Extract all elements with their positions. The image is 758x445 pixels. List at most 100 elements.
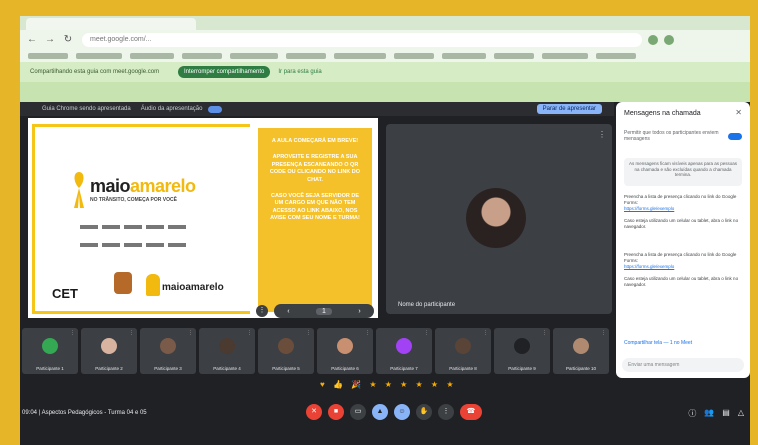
stop-sharing-button[interactable]: Interromper compartilhamento xyxy=(178,66,271,78)
chat-message: Caso esteja utilizando um celular ou tab… xyxy=(624,276,739,287)
close-icon[interactable]: ✕ xyxy=(735,108,742,117)
participant-tile[interactable]: Participante 8 ⋮ xyxy=(435,328,491,374)
slide-controls: ‹ 1 › xyxy=(274,304,374,318)
participant-tile[interactable]: Participante 5 ⋮ xyxy=(258,328,314,374)
extension-icon[interactable] xyxy=(648,35,658,45)
sponsor-logos xyxy=(78,218,198,247)
more-options-icon[interactable]: ⋮ xyxy=(70,330,75,336)
participant-avatar xyxy=(337,338,353,354)
participant-name: Nome do participante xyxy=(398,302,456,308)
participant-tile[interactable]: Participante 3 ⋮ xyxy=(140,328,196,374)
bookmark-item[interactable] xyxy=(76,53,122,59)
slide-options-icon[interactable]: ⋮ xyxy=(256,305,268,317)
bookmark-item[interactable] xyxy=(334,53,386,59)
participant-tile[interactable]: Participante 10 ⋮ xyxy=(553,328,609,374)
more-options-icon[interactable]: ⋮ xyxy=(129,330,134,336)
chat-title: Mensagens na chamada xyxy=(624,110,701,117)
participant-tile[interactable]: Participante 2 ⋮ xyxy=(81,328,137,374)
participant-tile[interactable]: Participante 1 ⋮ xyxy=(22,328,78,374)
meet-presenting-bar: Guia Chrome sendo apresentada Áudio da a… xyxy=(20,102,614,116)
more-options-icon[interactable]: ⋮ xyxy=(542,330,547,336)
more-options-icon[interactable]: ⋮ xyxy=(598,130,606,139)
browser-tab[interactable] xyxy=(26,18,196,30)
seal-icon xyxy=(114,272,132,294)
participant-avatar xyxy=(219,338,235,354)
participant-name: Participante 1 xyxy=(36,366,64,371)
audio-toggle[interactable] xyxy=(208,105,223,113)
more-options-icon[interactable]: ⋮ xyxy=(188,330,193,336)
participant-filmstrip: Participante 1 ⋮ Participante 2 ⋮ Participan… xyxy=(20,328,614,374)
chat-link[interactable]: https://forms.gle/exemplo xyxy=(624,206,742,212)
participant-name: Participante 6 xyxy=(331,366,359,371)
switch-tab-link[interactable]: Ir para esta guia xyxy=(278,69,321,75)
more-options-icon[interactable]: ⋮ xyxy=(247,330,252,336)
bookmark-item[interactable] xyxy=(130,53,174,59)
browser-toolbar: ← → ↻ meet.google.com/... xyxy=(20,30,750,50)
chat-entry[interactable]: Compartilhar tela — 1 no Meet xyxy=(624,340,742,346)
ribbon-icon xyxy=(74,172,84,208)
footer-logo: maioamarelo xyxy=(162,282,224,293)
participant-name: Participante 3 xyxy=(154,366,182,371)
reaction-bar[interactable]: ♥ 👍 🎉 ★ ★ ★ ★ ★ ★ xyxy=(320,380,456,389)
participant-name: Participante 9 xyxy=(508,366,536,371)
audio-label: Áudio da apresentação xyxy=(140,106,203,112)
more-options-icon[interactable]: ⋮ xyxy=(483,330,488,336)
participant-tile[interactable]: Participante 6 ⋮ xyxy=(317,328,373,374)
participant-camera-tile[interactable]: ⋮ Nome do participante xyxy=(386,124,612,314)
next-slide-button[interactable]: › xyxy=(358,308,360,315)
raise-hand-icon[interactable]: ✋ xyxy=(416,404,432,420)
captions-icon[interactable]: ▭ xyxy=(350,404,366,420)
participant-avatar xyxy=(101,338,117,354)
present-icon[interactable]: ▲ xyxy=(372,404,388,420)
bookmark-item[interactable] xyxy=(442,53,486,59)
bookmark-item[interactable] xyxy=(596,53,636,59)
participant-name: Participante 8 xyxy=(449,366,477,371)
participant-tile[interactable]: Participante 7 ⋮ xyxy=(376,328,432,374)
more-options-icon[interactable]: ⋮ xyxy=(306,330,311,336)
chat-input[interactable]: Enviar uma mensagem xyxy=(622,358,744,372)
profile-icon[interactable] xyxy=(664,35,674,45)
info-icon[interactable]: ⓘ xyxy=(688,408,696,419)
participant-name: Participante 4 xyxy=(213,366,241,371)
chat-message: Caso esteja utilizando um celular ou tab… xyxy=(624,218,739,229)
people-icon[interactable]: 👥 xyxy=(704,408,714,419)
reaction-icon[interactable]: ☺ xyxy=(394,404,410,420)
activities-icon[interactable]: △ xyxy=(738,408,744,419)
more-options-icon[interactable]: ⋮ xyxy=(438,404,454,420)
bookmark-item[interactable] xyxy=(494,53,534,59)
prev-slide-button[interactable]: ‹ xyxy=(287,308,289,315)
reload-icon[interactable]: ↻ xyxy=(62,34,74,46)
participant-avatar xyxy=(160,338,176,354)
forward-icon[interactable]: → xyxy=(44,34,56,46)
more-options-icon[interactable]: ⋮ xyxy=(601,330,606,336)
sharing-message: Compartilhando esta guia com meet.google… xyxy=(30,69,160,75)
slide-notice-box: A AULA COMEÇARÁ EM BREVE! APROVEITE E RE… xyxy=(258,128,372,312)
participant-tile[interactable]: Participante 4 ⋮ xyxy=(199,328,255,374)
chat-message: Preencha a lista de presença clicando no… xyxy=(624,194,737,205)
more-options-icon[interactable]: ⋮ xyxy=(424,330,429,336)
call-controls: ✕ ■ ▭ ▲ ☺ ✋ ⋮ ☎ xyxy=(306,404,482,420)
chat-link[interactable]: https://forms.gle/exemplo xyxy=(624,264,742,270)
end-call-icon[interactable]: ☎ xyxy=(460,404,482,420)
presentation-slide: maioamarelo NO TRÂNSITO, COMEÇA POR VOCÊ… xyxy=(28,118,378,318)
bookmark-item[interactable] xyxy=(182,53,222,59)
stop-presenting-button[interactable]: Parar de apresentar xyxy=(536,104,602,114)
more-options-icon[interactable]: ⋮ xyxy=(365,330,370,336)
bookmark-item[interactable] xyxy=(286,53,326,59)
participant-tile[interactable]: Participante 9 ⋮ xyxy=(494,328,550,374)
bookmark-item[interactable] xyxy=(542,53,588,59)
bookmark-item[interactable] xyxy=(394,53,434,59)
bookmark-item[interactable] xyxy=(230,53,278,59)
back-icon[interactable]: ← xyxy=(26,34,38,46)
presenting-label: Guia Chrome sendo apresentada xyxy=(42,106,131,112)
camera-off-icon[interactable]: ■ xyxy=(328,404,344,420)
participant-name: Participante 2 xyxy=(95,366,123,371)
chat-icon[interactable]: ▤ xyxy=(722,408,730,419)
participant-avatar xyxy=(466,188,526,248)
mic-off-icon[interactable]: ✕ xyxy=(306,404,322,420)
bookmark-item[interactable] xyxy=(28,53,68,59)
address-bar[interactable]: meet.google.com/... xyxy=(82,33,642,47)
tab-highlight-band xyxy=(20,82,750,102)
chat-setting-toggle[interactable] xyxy=(728,133,742,140)
side-controls: ⓘ 👥 ▤ △ xyxy=(688,408,744,419)
